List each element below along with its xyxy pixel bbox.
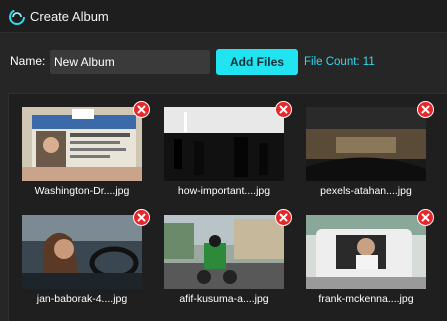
remove-item-button[interactable] <box>417 209 434 226</box>
thumbnail-caption: afif-kusuma-a....jpg <box>179 293 269 305</box>
thumbnail-image <box>306 107 426 181</box>
thumbnail-caption: how-important....jpg <box>177 185 271 197</box>
close-icon <box>137 105 146 114</box>
remove-item-button[interactable] <box>417 101 434 118</box>
gallery-item[interactable]: how-important....jpg <box>164 101 292 215</box>
thumbnail-caption: frank-mckenna....jpg <box>318 293 414 305</box>
create-album-window: Create Album Name: Add Files File Count:… <box>0 0 447 321</box>
thumbnail-image <box>164 107 284 181</box>
thumbnail-image <box>22 215 142 289</box>
window-title: Create Album <box>30 9 109 24</box>
close-icon <box>137 213 146 222</box>
file-count-label: File Count: 11 <box>304 56 375 68</box>
close-icon <box>421 105 430 114</box>
gallery-item[interactable]: frank-mckenna....jpg <box>306 209 434 321</box>
thumbnail-caption: Washington-Dr....jpg <box>34 185 130 197</box>
gallery-item[interactable]: jan-baborak-4....jpg <box>22 209 150 321</box>
thumbnail-caption: jan-baborak-4....jpg <box>36 293 128 305</box>
close-icon <box>279 105 288 114</box>
remove-item-button[interactable] <box>275 209 292 226</box>
swirl-logo-icon <box>9 9 25 25</box>
title-bar: Create Album <box>0 0 447 33</box>
remove-item-button[interactable] <box>275 101 292 118</box>
thumbnail-image <box>22 107 142 181</box>
gallery-item[interactable]: Washington-Dr....jpg <box>22 101 150 215</box>
name-label: Name: <box>10 54 46 68</box>
gallery-item[interactable]: pexels-atahan....jpg <box>306 101 434 215</box>
gallery-item[interactable]: afif-kusuma-a....jpg <box>164 209 292 321</box>
remove-item-button[interactable] <box>133 209 150 226</box>
thumbnail-gallery[interactable]: Washington-Dr....jpg how-important....jp… <box>8 93 447 321</box>
thumbnail-caption: pexels-atahan....jpg <box>320 185 412 197</box>
thumbnail-image <box>164 215 284 289</box>
add-files-button[interactable]: Add Files <box>216 49 298 75</box>
close-icon <box>421 213 430 222</box>
close-icon <box>279 213 288 222</box>
album-name-input[interactable] <box>50 50 210 74</box>
remove-item-button[interactable] <box>133 101 150 118</box>
thumbnail-image <box>306 215 426 289</box>
